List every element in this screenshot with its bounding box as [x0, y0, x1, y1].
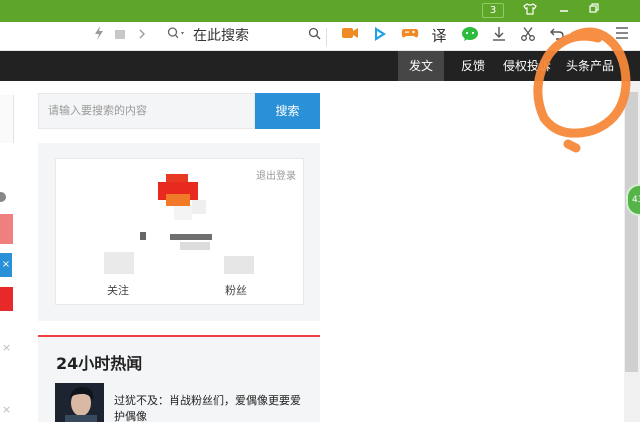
skin-icon[interactable]	[520, 2, 540, 20]
news-item-title[interactable]: 过犹不及：肖战粉丝们，爱偶像更要爱护偶像	[114, 393, 304, 425]
title-bar: 3	[0, 0, 640, 22]
close-icon[interactable]: ×	[2, 341, 11, 354]
nav-item-post[interactable]: 发文	[398, 51, 444, 81]
nav-item-feedback[interactable]: 反馈	[461, 51, 485, 81]
fans-label[interactable]: 粉丝	[225, 282, 247, 298]
news-thumbnail[interactable]	[55, 383, 104, 422]
close-icon[interactable]: ×	[0, 253, 12, 277]
wechat-icon[interactable]	[460, 26, 480, 46]
left-column-edge: × × ×	[0, 81, 14, 422]
chevron-right-icon[interactable]	[136, 26, 148, 46]
nav-item-products[interactable]: 头条产品	[566, 51, 614, 81]
logout-link[interactable]: 退出登录	[256, 167, 296, 182]
menu-icon[interactable]	[613, 26, 631, 46]
video-icon[interactable]	[340, 26, 360, 46]
username-blurred	[140, 230, 220, 252]
hot-news-title: 24小时热闻	[56, 354, 143, 373]
restore-icon[interactable]	[584, 2, 604, 20]
toolbar-divider	[326, 28, 327, 46]
browser-toolbar: 在此搜索 译	[0, 22, 640, 51]
play-icon[interactable]	[371, 26, 389, 46]
translate-icon[interactable]: 译	[430, 26, 448, 46]
search-engine-icon[interactable]	[166, 26, 188, 46]
search-button[interactable]: 搜索	[255, 93, 320, 129]
floating-badge[interactable]: 43	[626, 184, 640, 216]
scrollbar-thumb[interactable]	[625, 92, 638, 372]
download-icon[interactable]	[490, 26, 508, 46]
tab-count-badge[interactable]: 3	[482, 3, 504, 18]
top-nav: 发文 反馈 侵权投诉 头条产品	[0, 51, 640, 81]
undo-icon[interactable]	[548, 26, 566, 46]
search-icon[interactable]	[307, 26, 321, 46]
search-input[interactable]: 请输入要搜索的内容	[38, 93, 255, 129]
close-icon[interactable]: ×	[2, 403, 11, 416]
game-icon[interactable]	[400, 26, 420, 46]
avatar[interactable]	[148, 172, 210, 230]
nav-item-complaint[interactable]: 侵权投诉	[503, 51, 551, 81]
search-engine-label[interactable]: 在此搜索	[193, 26, 249, 46]
scissors-icon[interactable]	[519, 26, 537, 46]
stats-blurred	[104, 252, 254, 278]
minimize-icon[interactable]	[554, 2, 574, 20]
follow-label[interactable]: 关注	[107, 282, 129, 298]
lightning-icon[interactable]	[92, 26, 106, 46]
reader-icon[interactable]	[113, 26, 127, 46]
